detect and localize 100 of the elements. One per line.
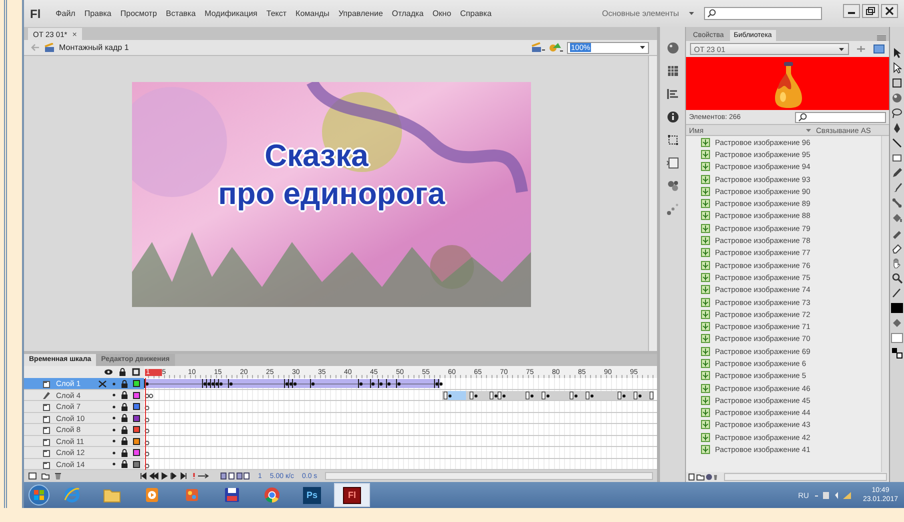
workspace-dropdown[interactable]: Основные элементы: [602, 9, 679, 18]
minimize-button[interactable]: [843, 4, 860, 18]
bitmap-icon: [701, 224, 710, 233]
pencil-cross-icon: [98, 380, 107, 388]
lock-icon: [121, 402, 128, 411]
trash-icon[interactable]: [54, 472, 62, 480]
search-icon: [707, 9, 716, 18]
bitmap-icon: [701, 138, 710, 147]
scrollbar[interactable]: [881, 136, 889, 472]
hollow-pointer-icon[interactable]: [891, 62, 903, 74]
menu-item[interactable]: Команды: [296, 9, 330, 18]
search-icon: [798, 112, 807, 122]
fill-color-swatch[interactable]: [891, 332, 903, 344]
bitmap-icon: [701, 186, 710, 196]
close-tab-button[interactable]: ×: [72, 30, 77, 38]
stroke-color-swatch[interactable]: [891, 302, 903, 314]
bitmap-icon: [701, 272, 710, 282]
layer-icon: [42, 414, 51, 423]
dot-icon: [112, 439, 116, 444]
rectangle-icon[interactable]: [891, 152, 903, 164]
menu-item[interactable]: Управление: [338, 9, 383, 18]
menu-item[interactable]: Правка: [84, 9, 112, 18]
menu-item[interactable]: Модификация: [204, 9, 258, 18]
pencil-icon[interactable]: [891, 167, 903, 179]
layer-icon: [42, 460, 51, 469]
bone-icon[interactable]: [891, 197, 903, 209]
outline-square-icon[interactable]: [132, 368, 140, 376]
paint-bucket-icon[interactable]: [891, 212, 903, 224]
align-icon[interactable]: [666, 87, 680, 101]
bitmap-icon: [701, 150, 710, 159]
eraser-icon[interactable]: [891, 242, 903, 254]
browser-e-icon: [63, 486, 81, 504]
bitmap-icon: [701, 211, 710, 220]
scrollbar[interactable]: [648, 56, 657, 351]
start-button[interactable]: [28, 484, 50, 506]
menu-item[interactable]: Справка: [460, 9, 492, 18]
library-search-field[interactable]: [795, 112, 886, 122]
eye-icon[interactable]: [104, 369, 113, 375]
bitmap-icon: [701, 298, 710, 306]
lock-icon: [121, 414, 128, 422]
edit-scene-icon[interactable]: [531, 42, 545, 53]
menu-item[interactable]: Текст: [266, 9, 287, 18]
lasso-icon[interactable]: [891, 107, 903, 119]
bitmap-icon: [701, 371, 710, 380]
caret-icon: [688, 11, 695, 16]
new-layer-icon[interactable]: [28, 472, 37, 480]
pin-icon[interactable]: [855, 44, 867, 54]
pointer-icon[interactable]: [891, 47, 903, 59]
bitmap-icon: [701, 358, 710, 368]
bitmap-icon: [701, 285, 710, 294]
dot-icon: [112, 450, 116, 455]
bitmap-icon: [701, 199, 710, 208]
line-tool-icon[interactable]: [891, 137, 903, 149]
menu-item[interactable]: Вставка: [166, 9, 196, 18]
horizontal-scrollbar[interactable]: [724, 473, 887, 481]
layer-icon: [42, 402, 51, 412]
menu-item[interactable]: Отладка: [392, 9, 424, 18]
motion-presets-icon[interactable]: [666, 202, 680, 216]
lock-icon: [121, 460, 128, 468]
caret-icon: [838, 46, 845, 52]
lock-icon: [121, 426, 128, 434]
onion-skin-icons-drawing[interactable]: [220, 472, 250, 480]
menu-item[interactable]: Просмотр: [120, 9, 157, 18]
library-actions-drawing[interactable]: [688, 473, 718, 481]
hand-icon[interactable]: [891, 257, 903, 269]
swap-colors-icon[interactable]: [891, 347, 903, 359]
swatch-grid-icon[interactable]: [666, 64, 680, 78]
dot-icon: [112, 393, 116, 398]
bitmap-icon: [701, 432, 710, 442]
taskbar-app-button[interactable]: Fl: [334, 483, 370, 507]
tray-icons-drawing[interactable]: [812, 490, 853, 500]
info-icon[interactable]: [666, 110, 680, 124]
sphere-icon[interactable]: [891, 92, 903, 104]
bitmap-icon: [701, 420, 710, 430]
media-player-icon: [143, 486, 161, 504]
restore-button[interactable]: [862, 4, 879, 18]
menu-item[interactable]: Файл: [56, 9, 76, 18]
close-button[interactable]: [881, 4, 898, 18]
menu-item[interactable]: Окно: [432, 9, 452, 18]
layer-icon: [42, 379, 51, 388]
stage-title-text: про единорога: [218, 175, 445, 213]
layer-icon: [42, 436, 51, 446]
round-browser-icon: [263, 486, 281, 504]
bitmap-icon: [701, 396, 710, 405]
bitmap-icon: [701, 236, 710, 246]
bitmap-icon: [701, 162, 710, 172]
components-icon[interactable]: [666, 179, 680, 193]
dot-icon: [112, 416, 116, 420]
new-library-icon[interactable]: [873, 44, 885, 54]
horizontal-scrollbar[interactable]: [325, 472, 653, 480]
lock-icon: [121, 391, 128, 400]
lock-icon[interactable]: [119, 368, 126, 376]
panel-menu-icon[interactable]: [877, 35, 886, 41]
bitmap-icon: [701, 248, 710, 258]
search-field[interactable]: [704, 7, 822, 20]
magnifier-icon[interactable]: [891, 272, 903, 284]
stroke-color-icon[interactable]: [891, 287, 903, 299]
code-snippet-icon[interactable]: [666, 156, 680, 170]
taskbar-app-button[interactable]: Ps: [294, 483, 330, 507]
sort-caret-icon[interactable]: [805, 128, 812, 132]
